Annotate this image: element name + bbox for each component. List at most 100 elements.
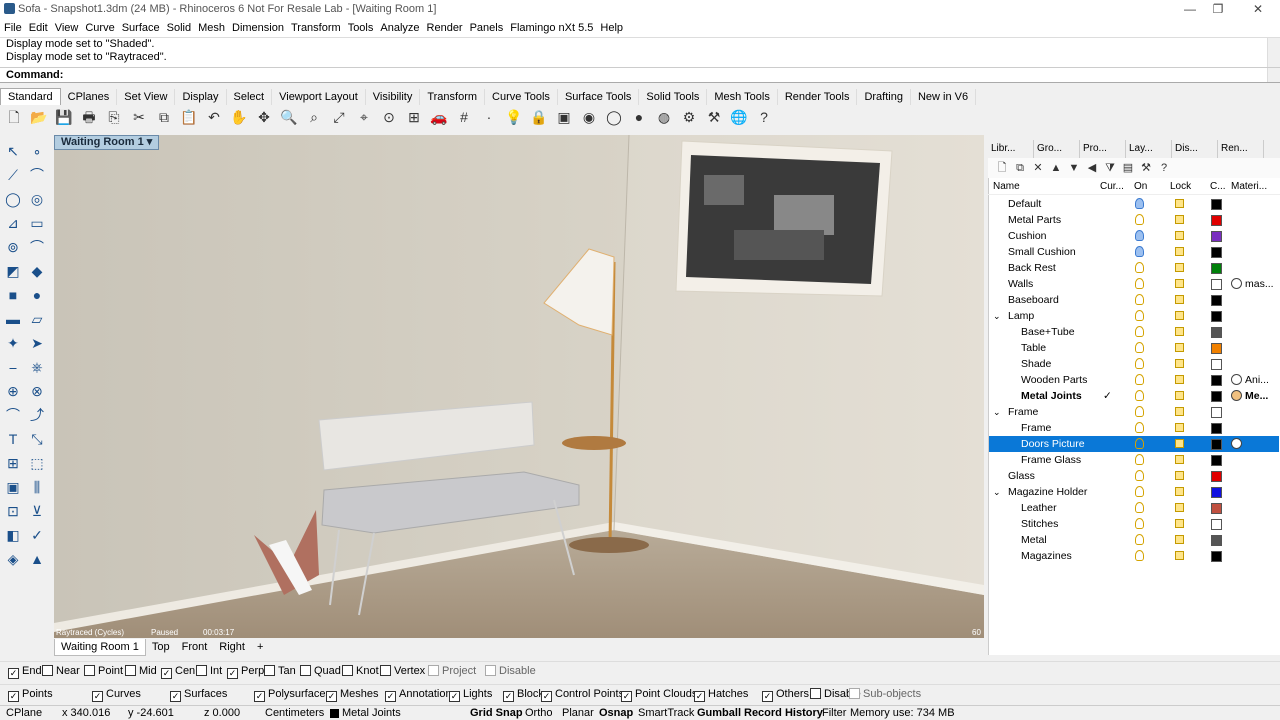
layer-row[interactable]: Metal xyxy=(989,532,1279,548)
left-tool-27-icon[interactable]: ⬚ xyxy=(26,452,48,474)
left-tool-7-icon[interactable]: ▭ xyxy=(26,212,48,234)
layer-name[interactable]: Base+Tube xyxy=(1021,324,1075,340)
layer-color-swatch[interactable] xyxy=(1211,423,1222,434)
layer-color-swatch[interactable] xyxy=(1211,247,1222,258)
header-color[interactable]: C... xyxy=(1210,181,1226,192)
left-tool-1-icon[interactable]: ∘ xyxy=(26,140,48,162)
tab-mesh-tools[interactable]: Mesh Tools xyxy=(707,89,778,105)
layer-name[interactable]: Glass xyxy=(1008,468,1035,484)
pan-icon[interactable]: ✋ xyxy=(229,107,249,127)
undo-icon[interactable]: ↶ xyxy=(204,107,224,127)
left-tool-33-icon[interactable]: ✓ xyxy=(26,524,48,546)
layer-on-bulb-icon[interactable] xyxy=(1135,342,1144,353)
current-layer-check-icon[interactable]: ✓ xyxy=(1103,388,1112,404)
layer-color-swatch[interactable] xyxy=(1211,375,1222,386)
menu-edit[interactable]: Edit xyxy=(26,19,51,37)
layer-color-swatch[interactable] xyxy=(1211,343,1222,354)
car-icon[interactable]: 🚗 xyxy=(429,107,449,127)
left-tool-13-icon[interactable]: ● xyxy=(26,284,48,306)
checkbox-icon[interactable] xyxy=(380,665,391,676)
tab-drafting[interactable]: Drafting xyxy=(857,89,911,105)
viewport-menu-arrow-icon[interactable]: ▾ xyxy=(147,136,153,148)
header-lock[interactable]: Lock xyxy=(1170,181,1191,192)
checkbox-icon[interactable] xyxy=(810,688,821,699)
osnap-near[interactable]: Near xyxy=(42,665,80,677)
layer-row[interactable]: Stitches xyxy=(989,516,1279,532)
header-material[interactable]: Materi... xyxy=(1231,181,1267,192)
layer-on-bulb-icon[interactable] xyxy=(1135,214,1144,225)
left-tool-12-icon[interactable]: ■ xyxy=(2,284,24,306)
layer-lock-icon[interactable] xyxy=(1175,327,1184,336)
layer-on-bulb-icon[interactable] xyxy=(1135,278,1144,289)
menu-view[interactable]: View xyxy=(52,19,82,37)
four-viewports-icon[interactable]: ⊞ xyxy=(404,107,424,127)
save-icon[interactable]: 💾 xyxy=(54,107,74,127)
checkbox-icon[interactable] xyxy=(84,665,95,676)
checkbox-icon[interactable] xyxy=(428,665,439,676)
layer-row[interactable]: Default xyxy=(989,196,1279,212)
layer-color-swatch[interactable] xyxy=(1211,263,1222,274)
filter-curves[interactable]: ✓ Curves xyxy=(92,688,141,702)
layer-lock-icon[interactable] xyxy=(1175,199,1184,208)
checkbox-icon[interactable]: ✓ xyxy=(170,691,181,702)
zoom-icon[interactable]: 🔍 xyxy=(279,107,299,127)
checkbox-icon[interactable]: ✓ xyxy=(92,691,103,702)
left-tool-10-icon[interactable]: ◩ xyxy=(2,260,24,282)
layer-lock-icon[interactable] xyxy=(1175,295,1184,304)
copy-icon[interactable]: ⧉ xyxy=(154,107,174,127)
layer-color-swatch[interactable] xyxy=(1211,327,1222,338)
layer-row[interactable]: Cushion xyxy=(989,228,1279,244)
layer-name[interactable]: Frame xyxy=(1008,404,1038,420)
layer-lock-icon[interactable] xyxy=(1175,551,1184,560)
zoom-extents-icon[interactable]: ⤢ xyxy=(329,107,349,127)
tab-visibility[interactable]: Visibility xyxy=(366,89,421,105)
light-icon[interactable]: 💡 xyxy=(504,107,524,127)
layer-row[interactable]: Glass xyxy=(989,468,1279,484)
left-tool-18-icon[interactable]: ⎯ xyxy=(2,356,24,378)
layer-name[interactable]: Stitches xyxy=(1021,516,1058,532)
ortho-toggle[interactable]: Ortho xyxy=(525,707,553,720)
viewport-waiting-room[interactable] xyxy=(54,135,984,638)
layer-name[interactable]: Table xyxy=(1021,340,1046,356)
left-tool-6-icon[interactable]: ⊿ xyxy=(2,212,24,234)
new-sublayer-icon[interactable]: ⧉ xyxy=(1010,158,1030,178)
checkbox-icon[interactable]: ✓ xyxy=(621,691,632,702)
lock-icon[interactable]: 🔒 xyxy=(529,107,549,127)
tab-render-tools[interactable]: Render Tools xyxy=(778,89,858,105)
left-tool-11-icon[interactable]: ◆ xyxy=(26,260,48,282)
panel-tab-2[interactable]: Pro... xyxy=(1080,140,1126,158)
filter-toggle[interactable]: Filter xyxy=(822,707,846,720)
left-tool-30-icon[interactable]: ⊡ xyxy=(2,500,24,522)
layer-row[interactable]: ⌄ Lamp xyxy=(989,308,1279,324)
help-icon[interactable]: ? xyxy=(1154,158,1174,178)
checkbox-icon[interactable] xyxy=(485,665,496,676)
layer-on-bulb-icon[interactable] xyxy=(1135,310,1144,321)
layer-lock-icon[interactable] xyxy=(1175,343,1184,352)
shaded-icon[interactable]: ● xyxy=(629,107,649,127)
checkbox-icon[interactable] xyxy=(300,665,311,676)
layer-on-bulb-icon[interactable] xyxy=(1135,198,1144,209)
layer-color-swatch[interactable] xyxy=(1211,519,1222,530)
filter-polysurfaces[interactable]: ✓ Polysurfaces xyxy=(254,688,331,702)
filter-point-clouds[interactable]: ✓ Point Clouds xyxy=(621,688,697,702)
gumball-toggle[interactable]: Gumball xyxy=(697,707,741,720)
current-layer[interactable]: Metal Joints xyxy=(342,707,401,720)
layer-lock-icon[interactable] xyxy=(1175,519,1184,528)
layer-name[interactable]: Back Rest xyxy=(1008,260,1056,276)
menu-mesh[interactable]: Mesh xyxy=(195,19,228,37)
osnap-toggle[interactable]: Osnap xyxy=(599,707,633,720)
layer-lock-icon[interactable] xyxy=(1175,279,1184,288)
globe-icon[interactable]: 🌐 xyxy=(729,107,749,127)
layer-name[interactable]: Frame xyxy=(1021,420,1051,436)
osnap-tan[interactable]: Tan xyxy=(264,665,296,677)
left-tool-34-icon[interactable]: ◈ xyxy=(2,548,24,570)
layer-lock-icon[interactable] xyxy=(1175,215,1184,224)
tab-select[interactable]: Select xyxy=(227,89,273,105)
left-tool-2-icon[interactable]: ⟋ xyxy=(2,164,24,186)
checkbox-icon[interactable]: ✓ xyxy=(326,691,337,702)
osnap-int[interactable]: Int xyxy=(196,665,222,677)
left-tool-14-icon[interactable]: ▬ xyxy=(2,308,24,330)
left-tool-23-icon[interactable]: ⤴ xyxy=(26,404,48,426)
settings-icon[interactable]: ⚙ xyxy=(679,107,699,127)
header-on[interactable]: On xyxy=(1134,181,1147,192)
